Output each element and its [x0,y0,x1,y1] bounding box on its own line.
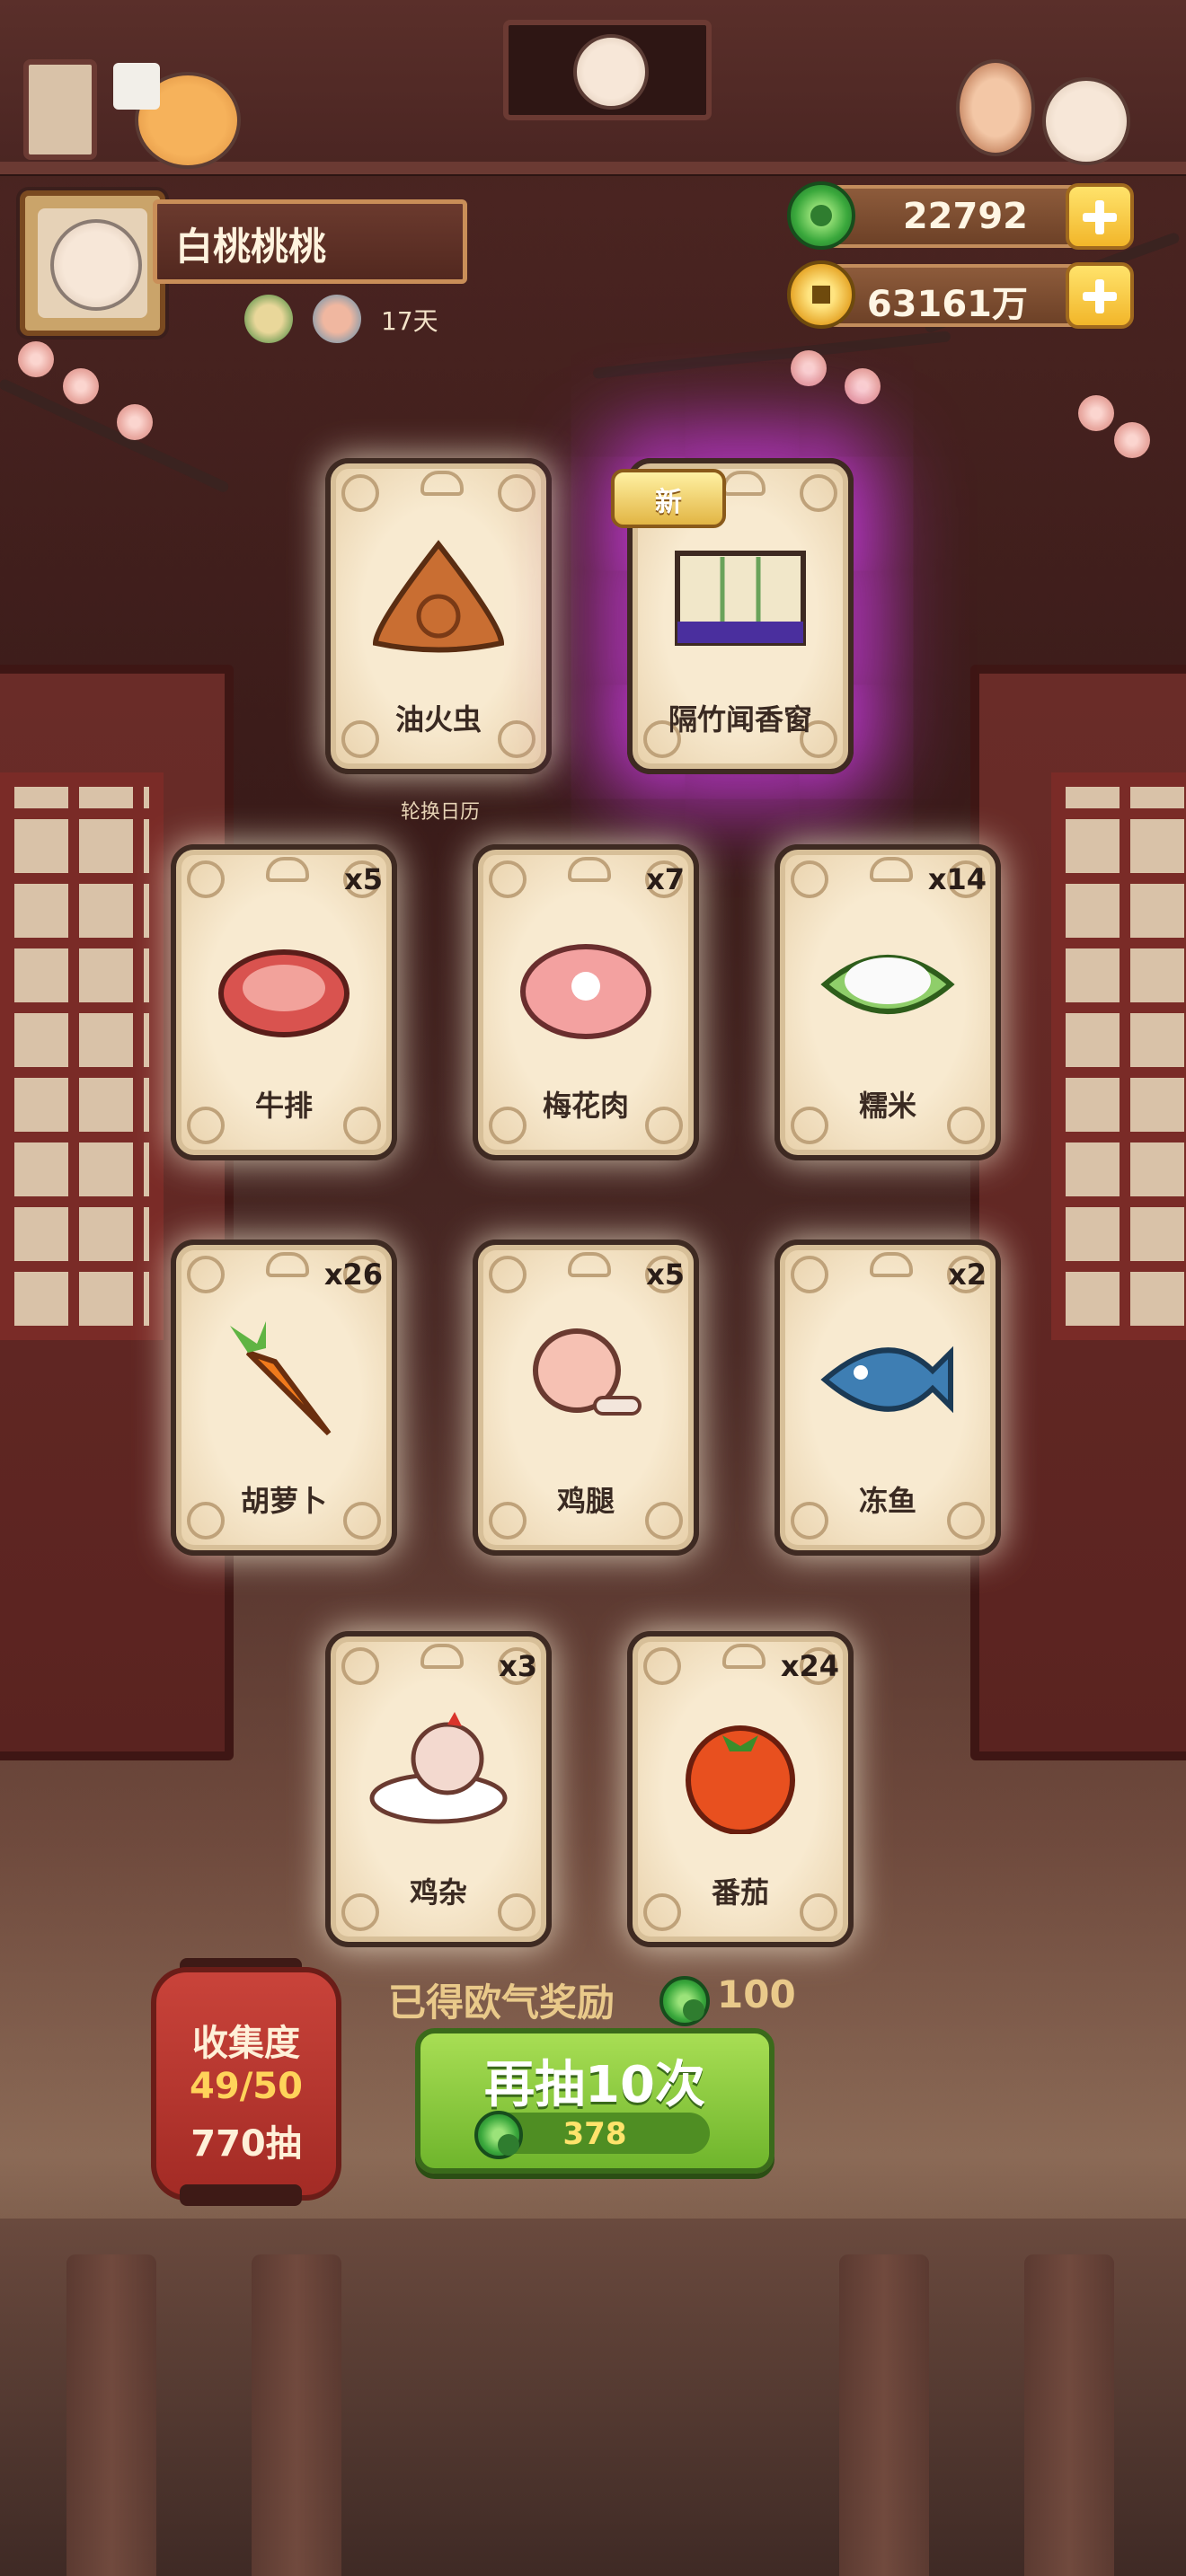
avatar [38,208,147,318]
draw-again-label: 再抽10次 [484,2056,705,2114]
blossom [63,368,99,404]
pork-icon [520,944,651,1039]
reward-label: 已得欧气奖励 [388,1981,615,2025]
item-count: x14 [927,862,987,896]
note-icon [113,63,160,110]
drumstick-icon [533,1328,642,1416]
item-count: x26 [323,1257,383,1292]
jade-icon [474,2111,523,2159]
jade-icon [659,1976,710,2026]
collection-lantern[interactable]: 收集度 49/50 770抽 [151,1967,341,2201]
blossom [18,341,54,377]
lantern-bottom [180,2184,302,2206]
rice-icon [820,955,955,1014]
item-count: x5 [646,1257,685,1292]
branch [592,331,951,379]
draw-again-button[interactable]: 再抽10次 378 [415,2028,774,2174]
item-card[interactable]: x5 鸡腿 [473,1239,699,1556]
fish-badge-icon[interactable] [313,295,361,343]
item-count: x2 [948,1257,987,1292]
name-plate[interactable]: 白桃桃桃 [153,199,467,284]
item-card[interactable]: x7 梅花肉 [473,844,699,1160]
item-count: x3 [499,1649,537,1683]
white-cat-character[interactable] [1042,77,1130,165]
floor [0,2219,1186,2576]
card-label: 隔竹闻香窗 [668,702,812,737]
item-card[interactable]: x3 鸡杂 [325,1631,552,1947]
branch [0,377,231,494]
dumpling-icon [372,540,505,653]
coin-icon [787,260,855,329]
item-label: 鸡腿 [556,1484,615,1518]
collection-draws: 770抽 [190,2123,302,2165]
collection-title: 收集度 [192,2023,300,2064]
item-count: x7 [646,862,685,896]
item-label: 糯米 [858,1089,916,1123]
item-card[interactable]: x5 牛排 [171,844,397,1160]
item-card[interactable]: x26 胡萝卜 [171,1239,397,1556]
login-days: 17天 [381,306,438,336]
rotation-calendar-label: 轮换日历 [400,801,480,824]
gold-amount: 63161万 [866,284,1028,325]
item-card[interactable]: x14 糯米 [774,844,1001,1160]
right-lattice-window [1051,772,1186,1340]
blossom [1114,422,1150,458]
gacha-result-screen: { "profile": { "name": "白桃桃桃", "days": "… [0,0,1186,2576]
add-gold-button[interactable] [1066,262,1134,329]
item-label: 冻鱼 [858,1484,916,1518]
child-character[interactable] [956,59,1035,156]
chicken-icon [369,1712,508,1824]
fence-post [839,2254,929,2576]
item-label: 梅花肉 [542,1089,629,1123]
item-label: 番茄 [711,1875,769,1910]
paw-scroll-icon[interactable] [23,59,97,160]
left-lattice-window [0,772,164,1340]
fish-icon [820,1345,953,1414]
fence-post [1024,2254,1114,2576]
featured-card[interactable]: 油火虫 [325,458,552,774]
item-label: 胡萝卜 [240,1484,327,1518]
jade-icon [787,181,855,250]
avatar-frame[interactable] [20,190,165,336]
collection-progress: 49/50 [190,2066,303,2107]
blossom [845,368,881,404]
hanging-scroll[interactable] [503,20,712,120]
blossom [117,404,153,440]
item-count: x24 [780,1649,839,1683]
item-label: 鸡杂 [409,1875,467,1910]
card-label: 油火虫 [394,702,482,737]
item-count: x5 [344,862,383,896]
blossom [791,350,827,386]
green-badge-icon[interactable] [244,295,293,343]
fence-post [252,2254,341,2576]
reward-value: 100 [717,1972,796,2016]
white-cat-avatar-icon [50,219,142,311]
item-card[interactable]: x2 冻鱼 [774,1239,1001,1556]
carrot-icon [230,1321,332,1436]
new-tag-text: 新 [655,487,682,518]
item-card[interactable]: x24 番茄 [627,1631,854,1947]
bamboo-window-icon [675,551,806,646]
steak-icon [218,949,350,1037]
add-jade-button[interactable] [1066,183,1134,250]
blossom [1078,395,1114,431]
tomato-icon [686,1725,795,1834]
jade-amount: 22792 [902,196,1028,237]
player-name: 白桃桃桃 [175,225,327,269]
grandpa-cat-icon [573,34,649,110]
item-label: 牛排 [254,1089,313,1123]
new-tag: 新 [611,469,726,528]
fence-post [66,2254,156,2576]
